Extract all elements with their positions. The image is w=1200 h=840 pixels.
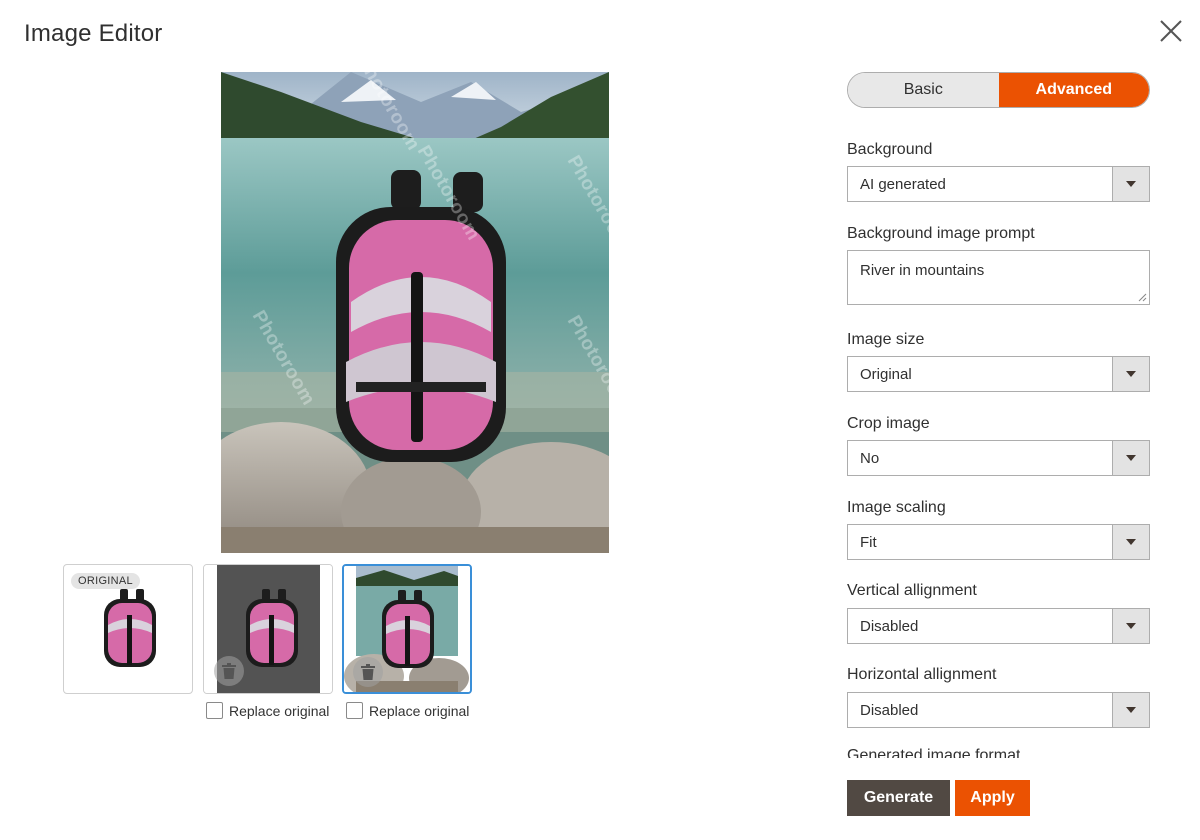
prompt-textarea[interactable]: River in mountains xyxy=(847,250,1150,305)
dropdown-toggle[interactable] xyxy=(1112,693,1149,727)
crop-value: No xyxy=(860,450,880,467)
replace-original-label: Replace original xyxy=(229,702,330,719)
prompt-label: Background image prompt xyxy=(847,225,1035,242)
format-label: Generated image format xyxy=(847,748,1021,758)
close-button[interactable] xyxy=(1157,17,1185,45)
thumbnail-variant[interactable] xyxy=(203,564,333,694)
horizontal-alignment-select[interactable]: Disabled xyxy=(847,692,1150,728)
tab-advanced[interactable]: Advanced xyxy=(998,73,1149,107)
main-image-preview: Photoroom Photoroom Photoroom Photoroom … xyxy=(221,72,609,553)
original-badge: ORIGINAL xyxy=(71,573,140,589)
dialog-title: Image Editor xyxy=(24,20,163,47)
chevron-down-icon xyxy=(1126,623,1136,629)
chevron-down-icon xyxy=(1126,707,1136,713)
trash-icon xyxy=(361,664,375,680)
background-label: Background xyxy=(847,141,933,158)
scaling-value: Fit xyxy=(860,534,877,551)
image-size-select[interactable]: Original xyxy=(847,356,1150,392)
image-size-label: Image size xyxy=(847,331,925,348)
vertical-alignment-select[interactable]: Disabled xyxy=(847,608,1150,644)
crop-label: Crop image xyxy=(847,415,930,432)
chevron-down-icon xyxy=(1126,181,1136,187)
chevron-down-icon xyxy=(1126,539,1136,545)
horizontal-alignment-label: Horizontal allignment xyxy=(847,666,997,683)
format-label-partial: Generated image format xyxy=(847,748,1020,758)
chevron-down-icon xyxy=(1126,371,1136,377)
tab-basic[interactable]: Basic xyxy=(848,73,999,107)
mode-toggle: Basic Advanced xyxy=(847,72,1150,108)
vertical-alignment-label: Vertical allignment xyxy=(847,582,977,599)
apply-button[interactable]: Apply xyxy=(955,780,1030,816)
delete-button[interactable] xyxy=(214,656,244,686)
dropdown-toggle[interactable] xyxy=(1112,441,1149,475)
thumbnail-original[interactable]: ORIGINAL xyxy=(63,564,193,694)
thumbnail-generated[interactable] xyxy=(342,564,472,694)
background-select[interactable]: AI generated xyxy=(847,166,1150,202)
dropdown-toggle[interactable] xyxy=(1112,609,1149,643)
replace-original-checkbox[interactable]: Replace original xyxy=(206,702,329,719)
image-size-value: Original xyxy=(860,366,912,383)
chevron-down-icon xyxy=(1126,455,1136,461)
resize-grip-icon[interactable] xyxy=(1137,292,1147,302)
crop-select[interactable]: No xyxy=(847,440,1150,476)
vertical-alignment-value: Disabled xyxy=(860,618,919,635)
background-value: AI generated xyxy=(860,176,946,193)
close-icon xyxy=(1160,20,1182,42)
scaling-select[interactable]: Fit xyxy=(847,524,1150,560)
delete-button[interactable] xyxy=(353,657,383,687)
generate-button[interactable]: Generate xyxy=(847,780,950,816)
dropdown-toggle[interactable] xyxy=(1112,167,1149,201)
dropdown-toggle[interactable] xyxy=(1112,525,1149,559)
dropdown-toggle[interactable] xyxy=(1112,357,1149,391)
prompt-value: River in mountains xyxy=(860,262,985,279)
replace-original-checkbox[interactable]: Replace original xyxy=(346,702,469,719)
trash-icon xyxy=(222,663,236,679)
scaling-label: Image scaling xyxy=(847,499,946,516)
replace-original-label: Replace original xyxy=(369,702,470,719)
checkbox[interactable] xyxy=(346,702,363,719)
horizontal-alignment-value: Disabled xyxy=(860,702,919,719)
checkbox[interactable] xyxy=(206,702,223,719)
